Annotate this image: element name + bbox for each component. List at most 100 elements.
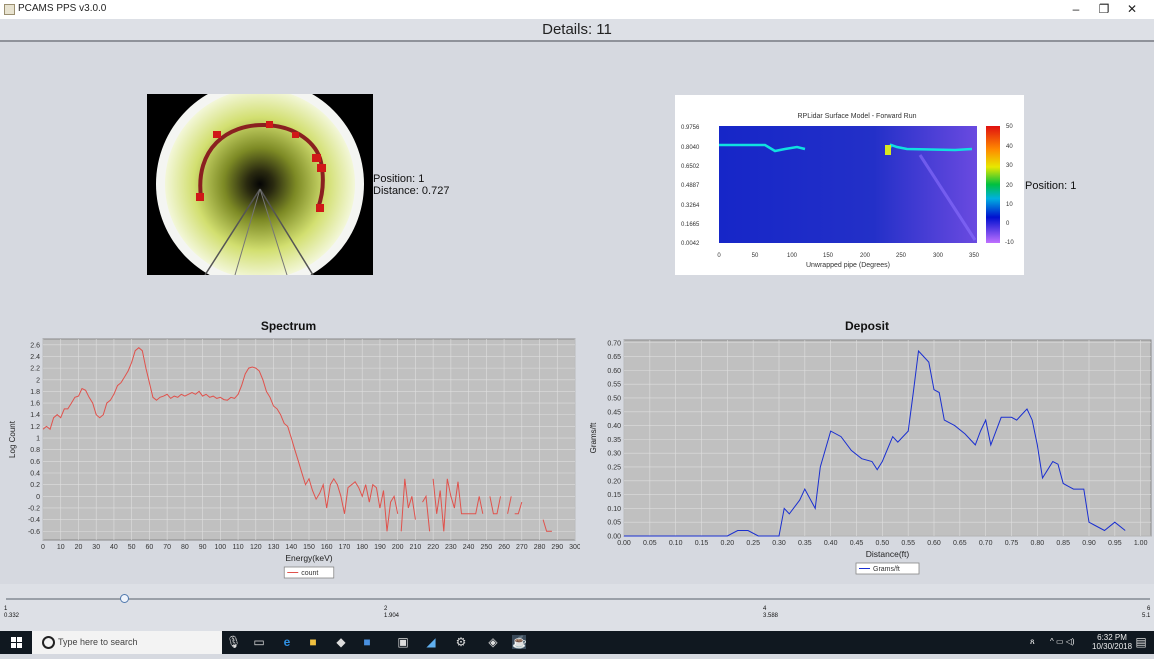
x-tick-label: 250 (480, 544, 492, 551)
y-tick-label: 1 (36, 436, 40, 443)
start-button[interactable] (0, 631, 32, 654)
app-icon[interactable]: ◢ (424, 635, 438, 649)
lidar-y-tick: 0.4887 (681, 183, 700, 189)
x-tick-label: 0 (41, 544, 45, 551)
microphone-icon[interactable]: 🎙 (226, 635, 241, 649)
x-tick-label: 110 (232, 544, 243, 551)
close-icon[interactable]: ✕ (1118, 0, 1146, 19)
lidar-y-tick: 0.9756 (681, 125, 700, 131)
lidar-y-tick: 0.6502 (681, 164, 700, 170)
lidar-heatmap: RPLidar Surface Model - Forward Run 0.97… (681, 113, 1014, 269)
x-tick-label: 0.65 (953, 540, 967, 547)
legend-label: count (301, 570, 318, 577)
y-tick-label: 0.2 (30, 482, 40, 489)
terminal-icon[interactable]: ▣ (396, 635, 410, 649)
colorbar-tick: 30 (1006, 163, 1013, 169)
x-tick-label: 270 (516, 544, 528, 551)
java-icon[interactable]: ☕ (512, 635, 527, 649)
x-tick-label: 0.20 (721, 540, 735, 547)
windows-logo-icon (11, 637, 22, 648)
taskbar-search-box[interactable]: Type here to search (32, 631, 222, 654)
camera-distance-label: Distance: 0.727 (373, 185, 450, 197)
x-tick-label: 300 (569, 544, 580, 551)
details-title: Details: 11 (542, 21, 612, 38)
x-tick-label: 180 (356, 544, 368, 551)
x-tick-label: 0.55 (901, 540, 915, 547)
x-tick-label: 280 (534, 544, 546, 551)
deposit-chart: 0.00 0.05 0.10 0.15 0.20 0.25 0.30 0.35 0.40 0.45… (589, 339, 1152, 575)
x-axis-label: Energy(keV) (285, 553, 332, 563)
y-tick-label: 0.15 (607, 492, 621, 499)
y-tick-label: 0.05 (607, 520, 621, 527)
y-tick-label: 2 (36, 377, 40, 384)
position-slider-track[interactable] (6, 598, 1150, 600)
position-slider-thumb[interactable] (120, 594, 129, 603)
people-icon[interactable]: ጸ (1030, 637, 1035, 647)
x-tick-label: 0.00 (617, 540, 631, 547)
x-axis-label: Distance(ft) (866, 549, 910, 559)
y-tick-label: 0.35 (607, 437, 621, 444)
x-tick-label: 0.75 (1005, 540, 1019, 547)
x-tick-label: 260 (498, 544, 510, 551)
settings-icon[interactable]: ⚙ (454, 635, 468, 649)
app-icon[interactable]: ■ (360, 635, 374, 649)
x-tick-label: 150 (303, 544, 315, 551)
y-tick-label: 0.20 (607, 478, 621, 485)
spectrum-chart: 0 10 20 30 40 50 60 70 80 90 100 110 120 130 140 150 160… (8, 338, 580, 579)
y-tick-label: 1.2 (30, 424, 40, 431)
task-view-icon[interactable]: ▭ (252, 635, 266, 649)
clock[interactable]: 6:32 PM 10/30/2018 (1092, 633, 1132, 651)
y-tick-label: 0.25 (607, 464, 621, 471)
x-tick-label: 0.15 (695, 540, 709, 547)
y-tick-label: 0.50 (607, 395, 621, 402)
y-tick-label: 0.70 (607, 340, 621, 347)
y-tick-label: 0.00 (607, 534, 621, 541)
x-tick-label: 220 (427, 544, 439, 551)
x-tick-label: 100 (214, 544, 226, 551)
y-tick-label: 1.8 (30, 389, 40, 396)
camera-image (147, 80, 373, 288)
colorbar-tick: 10 (1006, 202, 1013, 208)
app-icon[interactable]: ◆ (334, 635, 348, 649)
x-tick-label: 0.35 (798, 540, 812, 547)
pipe-camera-view (147, 80, 373, 288)
notification-icon[interactable]: ▤ (1134, 635, 1148, 649)
x-tick-label: 0.40 (824, 540, 838, 547)
lidar-y-tick: 0.3264 (681, 203, 700, 209)
x-tick-label: 90 (199, 544, 207, 551)
y-tick-label: 2.2 (30, 366, 40, 373)
search-placeholder: Type here to search (58, 637, 138, 647)
app-icon[interactable]: ◈ (486, 635, 500, 649)
file-explorer-icon[interactable]: ■ (306, 635, 320, 649)
y-tick-label: -0.2 (28, 505, 40, 512)
y-tick-label: 0.60 (607, 368, 621, 375)
edge-icon[interactable]: e (280, 635, 294, 649)
restore-icon[interactable]: ❐ (1090, 0, 1118, 19)
deposit-title: Deposit (844, 319, 889, 333)
legend-label: Grams/ft (873, 566, 900, 573)
lidar-x-tick: 250 (896, 253, 907, 259)
x-tick-label: 140 (285, 544, 297, 551)
y-tick-label: 2.4 (30, 354, 40, 361)
lidar-x-tick: 150 (823, 253, 834, 259)
window-titlebar: PCAMS PPS v3.0.0 – ❐ ✕ (0, 0, 1154, 19)
slider-tick: 1 0.332 (4, 606, 20, 619)
x-tick-label: 0.80 (1031, 540, 1045, 547)
tray-icons[interactable]: ^ ▭ ◁) (1050, 637, 1075, 646)
minimize-icon[interactable]: – (1062, 0, 1090, 19)
lidar-x-tick: 350 (969, 253, 980, 259)
windows-taskbar: Type here to search 🎙 ▭ e ■ ◆ ■ ▣ ◢ ⚙ ◈ … (0, 631, 1154, 654)
y-tick-label: 2.6 (30, 342, 40, 349)
y-tick-label: 0.55 (607, 382, 621, 389)
y-tick-label: 0.40 (607, 423, 621, 430)
x-tick-label: 70 (163, 544, 171, 551)
y-tick-label: 0.4 (30, 471, 40, 478)
x-tick-label: 0.10 (669, 540, 683, 547)
spectrum-title: Spectrum (260, 319, 317, 333)
colorbar-tick: -10 (1005, 240, 1014, 246)
x-tick-label: 40 (110, 544, 118, 551)
y-tick-label: 0.45 (607, 409, 621, 416)
x-tick-label: 0.90 (1082, 540, 1096, 547)
colorbar-tick: 40 (1006, 144, 1013, 150)
x-tick-label: 160 (321, 544, 333, 551)
